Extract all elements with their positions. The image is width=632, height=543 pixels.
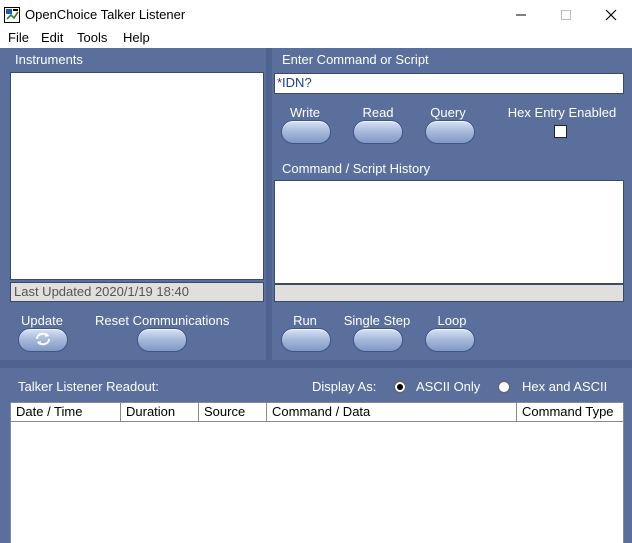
readout-table-body[interactable]: [10, 422, 624, 543]
query-button[interactable]: [425, 120, 475, 144]
instruments-title: Instruments: [15, 52, 83, 67]
history-status-strip: [274, 284, 624, 302]
read-button[interactable]: [353, 120, 403, 144]
ascii-only-radio[interactable]: [394, 381, 406, 393]
hex-entry-label: Hex Entry Enabled: [507, 105, 617, 120]
column-command-data[interactable]: Command / Data: [267, 403, 517, 421]
column-command-type[interactable]: Command Type: [517, 403, 625, 421]
maximize-button[interactable]: [543, 0, 589, 30]
command-title: Enter Command or Script: [282, 52, 429, 67]
last-updated-status: Last Updated 2020/1/19 18:40: [10, 282, 264, 302]
command-input[interactable]: *IDN?: [274, 73, 624, 94]
column-duration[interactable]: Duration: [121, 403, 199, 421]
minimize-button[interactable]: [498, 0, 544, 30]
section-divider: [0, 360, 632, 368]
hex-and-ascii-label: Hex and ASCII: [522, 379, 608, 394]
column-date-time[interactable]: Date / Time: [11, 403, 121, 421]
update-button[interactable]: [18, 328, 68, 352]
loop-button[interactable]: [425, 328, 475, 352]
window-title: OpenChoice Talker Listener: [25, 7, 186, 22]
reset-communications-button[interactable]: [137, 328, 187, 352]
radio-selected-dot: [397, 384, 403, 390]
menu-bar: File Edit Tools Help: [0, 30, 632, 48]
column-source[interactable]: Source: [199, 403, 267, 421]
menu-help[interactable]: Help: [123, 30, 150, 45]
menu-file[interactable]: File: [8, 30, 29, 45]
readout-title: Talker Listener Readout:: [18, 379, 159, 394]
write-button[interactable]: [281, 120, 331, 144]
ascii-only-label: ASCII Only: [416, 379, 481, 394]
instruments-list[interactable]: [10, 72, 264, 280]
readout-table-header: Date / Time Duration Source Command / Da…: [10, 402, 624, 422]
hex-and-ascii-radio[interactable]: [498, 381, 510, 393]
column-divider: [266, 48, 272, 360]
query-label: Query: [430, 105, 466, 120]
update-label: Update: [21, 313, 63, 328]
title-bar: OpenChoice Talker Listener: [0, 0, 632, 30]
app-icon: [4, 7, 20, 23]
loop-label: Loop: [437, 313, 467, 328]
single-step-button[interactable]: [353, 328, 403, 352]
display-as-label: Display As:: [312, 379, 377, 394]
close-button[interactable]: [588, 0, 632, 30]
run-button[interactable]: [281, 328, 331, 352]
history-list[interactable]: [274, 180, 624, 284]
menu-tools[interactable]: Tools: [77, 30, 107, 45]
menu-edit[interactable]: Edit: [41, 30, 63, 45]
hex-entry-checkbox[interactable]: [554, 125, 567, 138]
refresh-icon: [33, 331, 53, 350]
reset-communications-label: Reset Communications: [95, 313, 230, 328]
history-title: Command / Script History: [282, 161, 431, 176]
